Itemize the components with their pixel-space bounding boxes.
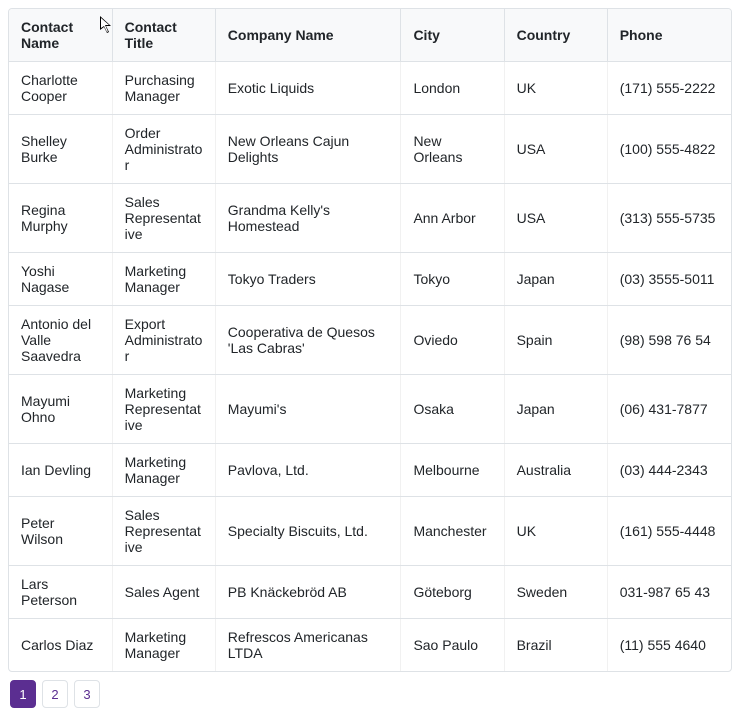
cell-country: Australia <box>504 444 607 497</box>
cell-city: Göteborg <box>401 566 504 619</box>
cell-title: Marketing Manager <box>112 619 215 672</box>
cell-phone: (03) 444-2343 <box>607 444 731 497</box>
cell-city: Tokyo <box>401 253 504 306</box>
cell-title: Export Administrator <box>112 306 215 375</box>
table-row[interactable]: Carlos DiazMarketing ManagerRefrescos Am… <box>9 619 731 672</box>
cell-country: UK <box>504 62 607 115</box>
cell-company: Cooperativa de Quesos 'Las Cabras' <box>215 306 401 375</box>
header-company-name[interactable]: Company Name <box>215 9 401 62</box>
cell-phone: (313) 555-5735 <box>607 184 731 253</box>
cell-city: Ann Arbor <box>401 184 504 253</box>
cell-company: New Orleans Cajun Delights <box>215 115 401 184</box>
cell-city: Melbourne <box>401 444 504 497</box>
cell-name: Shelley Burke <box>9 115 112 184</box>
cell-city: London <box>401 62 504 115</box>
cell-title: Marketing Manager <box>112 253 215 306</box>
cell-city: Oviedo <box>401 306 504 375</box>
cell-name: Regina Murphy <box>9 184 112 253</box>
cell-company: Grandma Kelly's Homestead <box>215 184 401 253</box>
cell-name: Antonio del Valle Saavedra <box>9 306 112 375</box>
table-row[interactable]: Lars PetersonSales AgentPB Knäckebröd AB… <box>9 566 731 619</box>
cell-phone: (100) 555-4822 <box>607 115 731 184</box>
cell-country: Spain <box>504 306 607 375</box>
table-row[interactable]: Ian DevlingMarketing ManagerPavlova, Ltd… <box>9 444 731 497</box>
cell-company: Tokyo Traders <box>215 253 401 306</box>
cell-city: Manchester <box>401 497 504 566</box>
cell-name: Peter Wilson <box>9 497 112 566</box>
table-row[interactable]: Mayumi OhnoMarketing RepresentativeMayum… <box>9 375 731 444</box>
cell-name: Ian Devling <box>9 444 112 497</box>
cell-phone: (11) 555 4640 <box>607 619 731 672</box>
cell-name: Carlos Diaz <box>9 619 112 672</box>
grid-body: Charlotte CooperPurchasing ManagerExotic… <box>9 62 731 672</box>
cell-city: New Orleans <box>401 115 504 184</box>
header-country[interactable]: Country <box>504 9 607 62</box>
cell-country: Brazil <box>504 619 607 672</box>
cell-company: Refrescos Americanas LTDA <box>215 619 401 672</box>
cell-country: UK <box>504 497 607 566</box>
grid-table: Contact Name Contact Title Company Name … <box>9 9 731 671</box>
cell-title: Marketing Representative <box>112 375 215 444</box>
cell-company: Mayumi's <box>215 375 401 444</box>
table-row[interactable]: Antonio del Valle SaavedraExport Adminis… <box>9 306 731 375</box>
cell-phone: (171) 555-2222 <box>607 62 731 115</box>
header-row: Contact Name Contact Title Company Name … <box>9 9 731 62</box>
header-contact-name[interactable]: Contact Name <box>9 9 112 62</box>
cell-title: Sales Representative <box>112 184 215 253</box>
table-row[interactable]: Regina MurphySales RepresentativeGrandma… <box>9 184 731 253</box>
cell-title: Marketing Manager <box>112 444 215 497</box>
pager-page-1[interactable]: 1 <box>10 680 36 708</box>
cell-country: USA <box>504 184 607 253</box>
cell-name: Mayumi Ohno <box>9 375 112 444</box>
table-row[interactable]: Charlotte CooperPurchasing ManagerExotic… <box>9 62 731 115</box>
header-phone[interactable]: Phone <box>607 9 731 62</box>
cell-phone: 031-987 65 43 <box>607 566 731 619</box>
cell-country: Japan <box>504 253 607 306</box>
cell-country: Japan <box>504 375 607 444</box>
cell-name: Yoshi Nagase <box>9 253 112 306</box>
cell-company: PB Knäckebröd AB <box>215 566 401 619</box>
header-city[interactable]: City <box>401 9 504 62</box>
cell-phone: (03) 3555-5011 <box>607 253 731 306</box>
cell-company: Exotic Liquids <box>215 62 401 115</box>
cell-title: Sales Representative <box>112 497 215 566</box>
data-grid: Contact Name Contact Title Company Name … <box>8 8 732 672</box>
cell-title: Sales Agent <box>112 566 215 619</box>
pager-page-3[interactable]: 3 <box>74 680 100 708</box>
header-contact-title[interactable]: Contact Title <box>112 9 215 62</box>
table-row[interactable]: Peter WilsonSales RepresentativeSpecialt… <box>9 497 731 566</box>
cell-city: Sao Paulo <box>401 619 504 672</box>
cell-company: Specialty Biscuits, Ltd. <box>215 497 401 566</box>
cell-country: USA <box>504 115 607 184</box>
pager: 123 <box>8 680 732 708</box>
cell-phone: (161) 555-4448 <box>607 497 731 566</box>
cell-title: Order Administrator <box>112 115 215 184</box>
cell-phone: (98) 598 76 54 <box>607 306 731 375</box>
cell-company: Pavlova, Ltd. <box>215 444 401 497</box>
pager-page-2[interactable]: 2 <box>42 680 68 708</box>
cell-title: Purchasing Manager <box>112 62 215 115</box>
cell-name: Lars Peterson <box>9 566 112 619</box>
cell-country: Sweden <box>504 566 607 619</box>
cell-city: Osaka <box>401 375 504 444</box>
table-row[interactable]: Yoshi NagaseMarketing ManagerTokyo Trade… <box>9 253 731 306</box>
table-row[interactable]: Shelley BurkeOrder AdministratorNew Orle… <box>9 115 731 184</box>
cell-phone: (06) 431-7877 <box>607 375 731 444</box>
cell-name: Charlotte Cooper <box>9 62 112 115</box>
